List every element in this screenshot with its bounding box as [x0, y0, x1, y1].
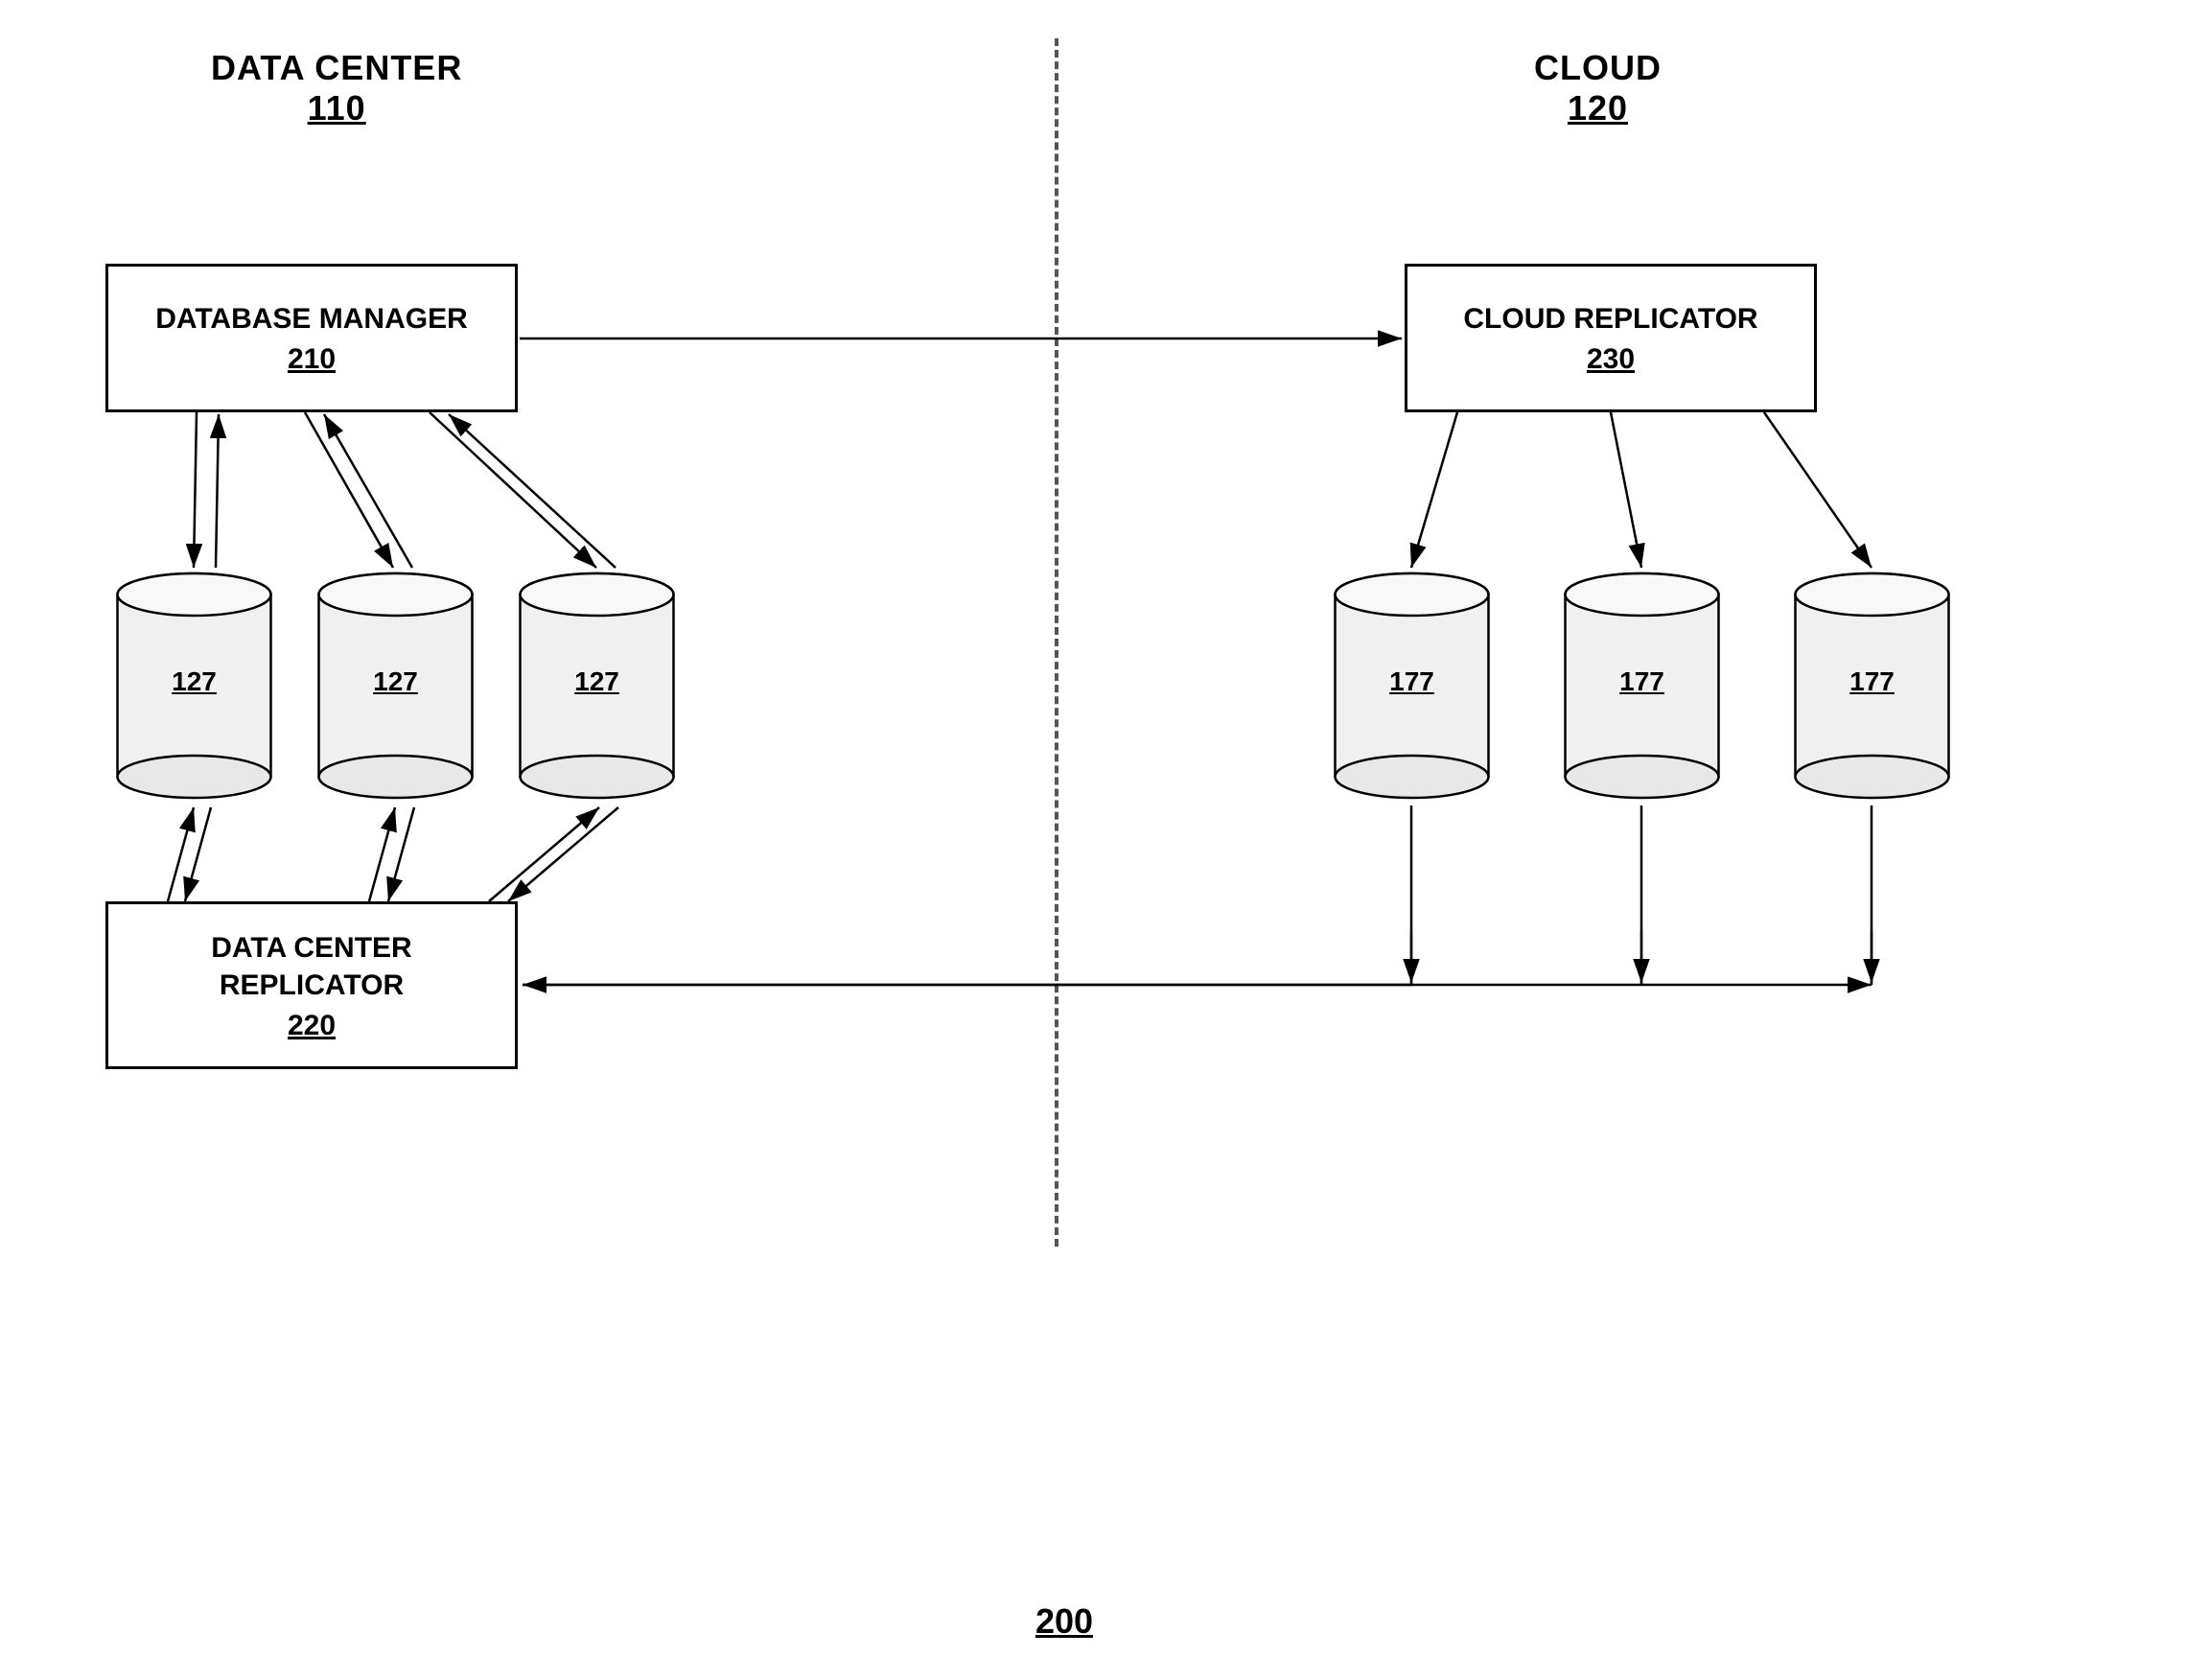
cloud-cylinder-3: 177 [1788, 566, 1956, 805]
dc-cylinder-3: 127 [513, 566, 681, 805]
cloud-replicator-box: CLOUD REPLICATOR 230 [1405, 264, 1817, 412]
cloud-cylinder-1: 177 [1328, 566, 1496, 805]
dashed-divider [1055, 38, 1058, 1247]
data-center-label: DATA CENTER 110 [211, 48, 462, 128]
database-manager-box: DATABASE MANAGER 210 [105, 264, 518, 412]
dc-cylinder-1: 127 [110, 566, 278, 805]
cloud-cylinder-2: 177 [1558, 566, 1726, 805]
diagram-number: 200 [1035, 1601, 1093, 1642]
data-center-replicator-box: DATA CENTERREPLICATOR 220 [105, 901, 518, 1069]
diagram: DATA CENTER 110 CLOUD 120 DATABASE MANAG… [0, 0, 2186, 1680]
cloud-label: CLOUD 120 [1534, 48, 1662, 128]
arrows-overlay [0, 0, 2186, 1680]
dc-cylinder-2: 127 [312, 566, 479, 805]
